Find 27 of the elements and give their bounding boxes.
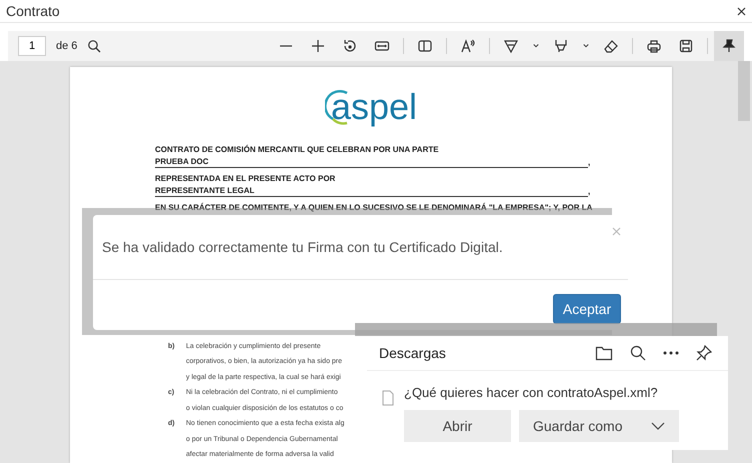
fill-in-line: REPRESENTANTE LEGAL — [155, 186, 588, 197]
accept-button[interactable]: Aceptar — [553, 294, 621, 324]
pin-icon[interactable] — [696, 345, 712, 361]
pin-icon[interactable] — [714, 31, 744, 61]
heading-text: REPRESENTADA EN EL PRESENTE ACTO POR — [155, 174, 336, 182]
search-icon[interactable] — [87, 39, 102, 53]
scrollbar[interactable] — [738, 61, 750, 121]
page-number-field[interactable]: 1 — [18, 36, 46, 56]
comma: , — [588, 158, 590, 168]
file-icon — [382, 390, 394, 406]
page-count: de 6 — [56, 40, 78, 52]
fill-in-line: PRUEBA DOC — [155, 157, 588, 168]
more-icon[interactable] — [663, 351, 679, 355]
dialog-message: Se ha validado correctamente tu Firma con tu Certificado Digital. — [93, 215, 628, 280]
folder-icon[interactable] — [595, 345, 613, 361]
search-icon[interactable] — [630, 345, 646, 361]
save-as-button[interactable]: Guardar como — [519, 410, 679, 442]
open-button[interactable]: Abrir — [404, 410, 511, 442]
download-question: ¿Qué quieres hacer con contratoAspel.xml? — [404, 385, 659, 400]
heading-text: EN SU CARÁCTER DE COMITENTE, Y A QUIEN EN LO SUCESIVO SE LE DENOMINARÁ "LA EMPRESA"; Y, POR LA — [155, 202, 592, 212]
chevron-down-icon — [651, 422, 665, 430]
aspel-logo: aspel — [324, 85, 418, 129]
window-title: Contrato — [6, 3, 60, 19]
close-icon[interactable] — [737, 6, 746, 16]
heading-text: CONTRATO DE COMISIÓN MERCANTIL QUE CELEBRAN POR UNA PARTE — [155, 144, 439, 154]
panel-title: Descargas — [379, 345, 446, 361]
comma: , — [588, 187, 590, 197]
